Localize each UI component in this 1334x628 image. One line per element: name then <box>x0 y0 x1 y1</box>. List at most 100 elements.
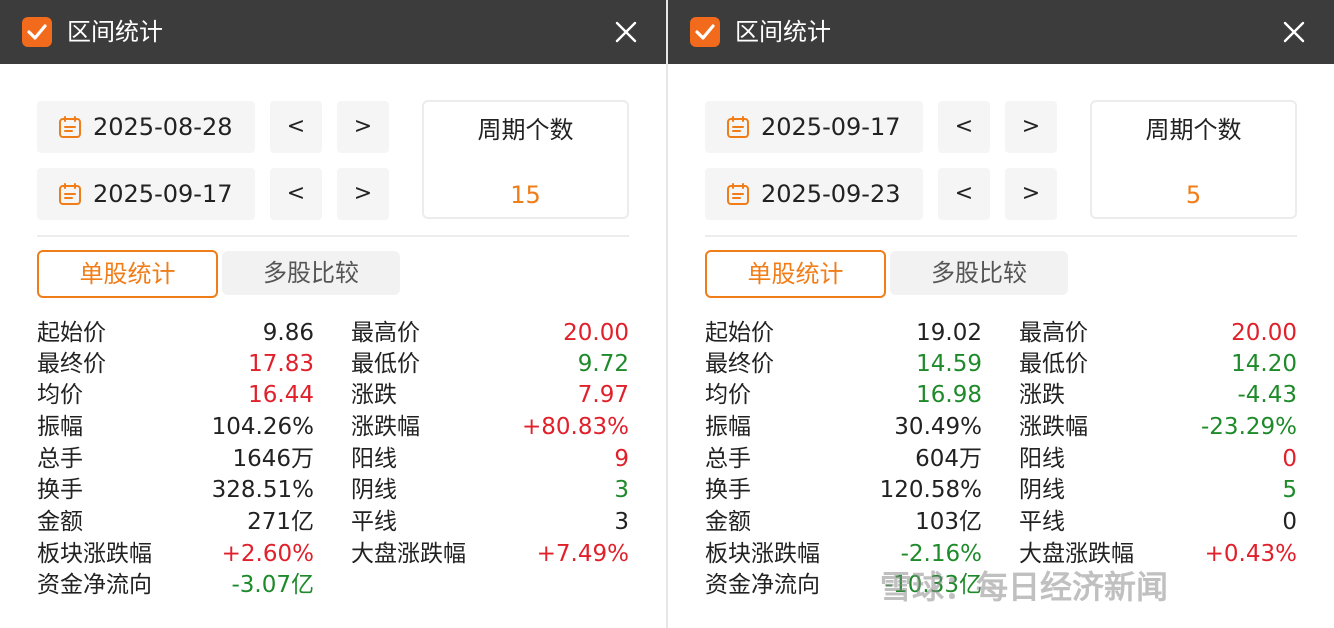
stat-value: -3.07亿 <box>231 572 314 598</box>
end-date-text: 2025-09-17 <box>93 180 233 208</box>
section-divider <box>37 235 629 237</box>
window-titlebar: 区间统计 <box>0 0 666 64</box>
stat-row: 涨跌幅 -23.29% <box>1019 412 1297 443</box>
stat-row: 振幅 30.49% <box>705 412 982 443</box>
stat-row: 平线 0 <box>1019 507 1297 538</box>
start-date-prev-button[interactable]: < <box>938 101 990 153</box>
stat-label: 金额 <box>705 509 751 535</box>
window-title: 区间统计 <box>735 18 831 46</box>
stat-label: 最低价 <box>351 351 420 377</box>
stat-label: 涨跌幅 <box>351 414 420 440</box>
stat-label: 大盘涨跌幅 <box>351 541 466 567</box>
stat-row: 金额 271亿 <box>37 507 314 538</box>
stat-row: 最低价 9.72 <box>351 349 629 380</box>
stat-label: 平线 <box>351 509 397 535</box>
stat-value: 604万 <box>915 446 982 472</box>
stat-value: 9 <box>614 446 629 472</box>
stat-row: 板块涨跌幅 +2.60% <box>37 539 314 570</box>
end-date-prev-button[interactable]: < <box>270 168 322 220</box>
stat-row: 最高价 20.00 <box>1019 318 1297 349</box>
end-date-next-button[interactable]: > <box>1005 168 1057 220</box>
end-date-next-button[interactable]: > <box>337 168 389 220</box>
period-count-box: 周期个数 15 <box>422 100 629 219</box>
stat-value: 328.51% <box>211 477 314 503</box>
stat-label: 均价 <box>705 382 751 408</box>
stat-label: 阳线 <box>351 446 397 472</box>
stat-row: 平线 3 <box>351 507 629 538</box>
tab-multi-stock[interactable]: 多股比较 <box>890 251 1068 295</box>
stat-label: 涨跌 <box>1019 382 1065 408</box>
checkbox-app-icon <box>690 17 720 47</box>
period-count-value: 15 <box>510 181 541 209</box>
stat-label: 板块涨跌幅 <box>37 541 152 567</box>
stat-row: 换手 328.51% <box>37 475 314 506</box>
start-date-next-button[interactable]: > <box>337 101 389 153</box>
stat-label: 金额 <box>37 509 83 535</box>
tab-multi-stock[interactable]: 多股比较 <box>222 251 400 295</box>
close-icon[interactable] <box>610 16 642 48</box>
end-date-text: 2025-09-23 <box>761 180 901 208</box>
stat-label: 资金净流向 <box>705 572 820 598</box>
stat-value: 7.97 <box>577 382 629 408</box>
stat-row: 起始价 9.86 <box>37 318 314 349</box>
stat-value: -4.43 <box>1237 382 1297 408</box>
calendar-icon <box>59 116 81 138</box>
stat-label: 涨跌 <box>351 382 397 408</box>
period-count-value: 5 <box>1185 181 1202 209</box>
stat-value: 5 <box>1282 477 1297 503</box>
tab-single-stock[interactable]: 单股统计 <box>37 250 218 298</box>
stat-label: 总手 <box>37 446 83 472</box>
stat-row: 均价 16.44 <box>37 380 314 411</box>
stat-value: 1646万 <box>232 446 314 472</box>
stat-row: 大盘涨跌幅 +7.49% <box>351 539 629 570</box>
start-date-prev-button[interactable]: < <box>270 101 322 153</box>
stat-value: 271亿 <box>247 509 314 535</box>
calendar-icon <box>727 116 749 138</box>
stat-value: +7.49% <box>536 541 629 567</box>
stat-label: 振幅 <box>37 414 83 440</box>
stat-label: 换手 <box>705 477 751 503</box>
stat-row: 阳线 0 <box>1019 444 1297 475</box>
tab-single-stock[interactable]: 单股统计 <box>705 250 886 298</box>
start-date-text: 2025-08-28 <box>93 113 233 141</box>
end-date-prev-button[interactable]: < <box>938 168 990 220</box>
stat-label: 资金净流向 <box>37 572 152 598</box>
close-icon[interactable] <box>1278 16 1310 48</box>
stat-label: 最低价 <box>1019 351 1088 377</box>
period-count-label: 周期个数 <box>1145 116 1242 144</box>
start-date-picker[interactable]: 2025-08-28 <box>37 101 255 153</box>
stat-row: 涨跌幅 +80.83% <box>351 412 629 443</box>
stat-value: 16.98 <box>916 382 982 408</box>
period-count-box: 周期个数 5 <box>1090 100 1297 219</box>
stat-row: 最低价 14.20 <box>1019 349 1297 380</box>
stat-value: 30.49% <box>894 414 982 440</box>
stat-label: 起始价 <box>37 320 106 346</box>
stat-row: 最高价 20.00 <box>351 318 629 349</box>
stat-label: 均价 <box>37 382 83 408</box>
stat-row: 起始价 19.02 <box>705 318 982 349</box>
stat-row: 涨跌 7.97 <box>351 380 629 411</box>
stat-label: 总手 <box>705 446 751 472</box>
start-date-picker[interactable]: 2025-09-17 <box>705 101 923 153</box>
stat-value: 14.59 <box>916 351 982 377</box>
stat-value: 19.02 <box>916 320 982 346</box>
stat-label: 阳线 <box>1019 446 1065 472</box>
stat-label: 最终价 <box>37 351 106 377</box>
window-titlebar: 区间统计 <box>668 0 1334 64</box>
stat-value: -23.29% <box>1201 414 1297 440</box>
stat-value: 3 <box>614 509 629 535</box>
start-date-next-button[interactable]: > <box>1005 101 1057 153</box>
calendar-icon <box>727 183 749 205</box>
end-date-picker[interactable]: 2025-09-17 <box>37 168 255 220</box>
stat-row: 总手 1646万 <box>37 444 314 475</box>
stat-value: 104.26% <box>211 414 314 440</box>
stat-label: 最高价 <box>351 320 420 346</box>
section-divider <box>705 235 1297 237</box>
start-date-text: 2025-09-17 <box>761 113 901 141</box>
stat-label: 涨跌幅 <box>1019 414 1088 440</box>
end-date-picker[interactable]: 2025-09-23 <box>705 168 923 220</box>
stat-row: 总手 604万 <box>705 444 982 475</box>
checkbox-app-icon <box>22 17 52 47</box>
stat-label: 最高价 <box>1019 320 1088 346</box>
stat-row: 金额 103亿 <box>705 507 982 538</box>
